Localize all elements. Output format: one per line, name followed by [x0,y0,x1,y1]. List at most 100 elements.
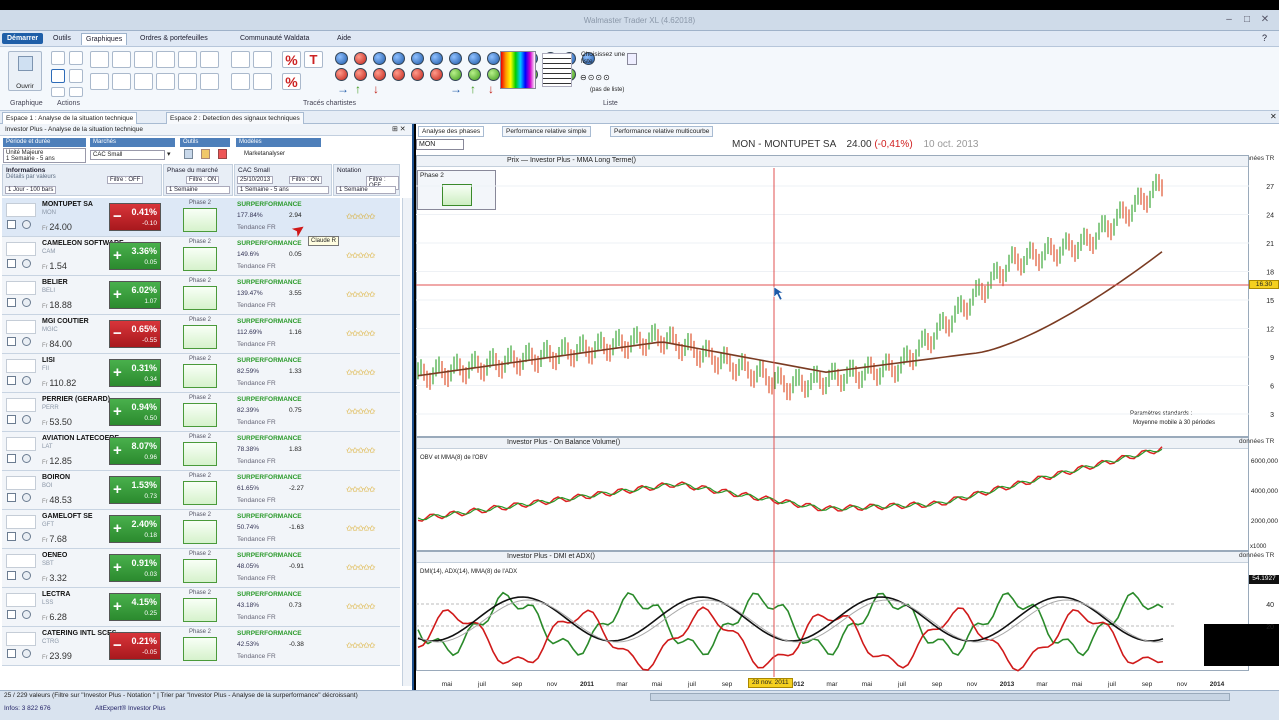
color-marker-icon[interactable] [487,68,500,81]
channel-tool[interactable] [156,51,175,68]
tab-espace-1[interactable]: Espace 1 : Analyse de la situation techn… [2,112,138,124]
hline-tool[interactable] [112,51,131,68]
minimize-icon[interactable]: – [1222,14,1236,26]
row-checkbox[interactable] [7,337,16,346]
regression-tool[interactable] [112,73,131,90]
table-row[interactable]: BOIRON BOI Fr 48.53 +1.53% 0.73 Phase 2 SURPER… [2,471,400,510]
arrow-marker-icon[interactable]: ↓ [373,83,379,95]
color-marker-icon[interactable] [411,68,424,81]
filter-off-1[interactable]: Filtre : OFF [107,176,144,184]
open-button[interactable]: Ouvrir [8,51,42,91]
filter-on-1[interactable]: Filtre : ON [186,176,220,184]
table-row[interactable]: CAMELEON SOFTWARE CAM Fr 1.54 +3.36% 0.05 Pha… [2,237,400,276]
color-marker-icon[interactable] [354,68,367,81]
color-marker-icon[interactable] [354,52,367,65]
export-icon[interactable] [218,149,227,159]
row-checkbox[interactable] [7,298,16,307]
delete-tool[interactable] [69,51,83,65]
table-row[interactable]: OENEO SBT Fr 3.32 +0.91% 0.03 Phase 2 SURPERFO… [2,549,400,588]
eye-icon[interactable] [22,610,31,619]
fan-tool[interactable] [200,51,219,68]
color-marker-icon[interactable] [411,52,424,65]
menu-graphiques[interactable]: Graphiques [81,33,128,45]
color-marker-icon[interactable] [392,68,405,81]
arrow-marker-icon[interactable]: ↓ [488,83,494,95]
menu-outils[interactable]: Outils [53,35,71,42]
row-checkbox[interactable] [7,493,16,502]
date-field[interactable]: 25/10/2013 [237,176,274,184]
ellipse-tool[interactable] [200,73,219,90]
eye-icon[interactable] [22,415,31,424]
andrews-tool[interactable] [253,73,272,90]
table-row[interactable]: LISI FII Fr 110.82 +0.31% 0.34 Phase 2 SURPERF… [2,354,400,393]
eye-icon[interactable] [22,376,31,385]
color-marker-icon[interactable] [449,52,462,65]
eye-icon[interactable] [22,571,31,580]
color-marker-icon[interactable] [430,68,443,81]
color-marker-icon[interactable] [430,52,443,65]
trend-tool[interactable] [231,73,250,90]
color-marker-icon[interactable] [373,68,386,81]
gann-tool[interactable] [253,51,272,68]
notation-period-select[interactable]: 1 Semaine [336,186,396,194]
modeles-select[interactable]: Marketanalyser [242,150,312,160]
phase-period-select[interactable]: 1 Semaine [166,186,230,194]
arrow-marker-icon[interactable]: → [337,83,349,95]
table-row[interactable]: MGI COUTIER MGIC Fr 84.00 −0.65% -0.55 Phase … [2,315,400,354]
filter-on-2[interactable]: Filtre : ON [289,176,323,184]
diamond-tool[interactable] [178,51,197,68]
select-tool[interactable] [51,69,65,83]
table-row[interactable]: GAMELOFT SE GFT Fr 7.68 +2.40% 0.18 Phase 2 SU… [2,510,400,549]
color-marker-icon[interactable] [373,52,386,65]
line-tool[interactable] [90,51,109,68]
percent-tool[interactable]: % [282,51,301,68]
row-checkbox[interactable] [7,571,16,580]
tab-espace-2[interactable]: Espace 2 : Detection des signaux techniq… [166,112,304,124]
pointer-tool[interactable] [51,51,65,65]
close-tab-icon[interactable]: ✕ [1270,112,1277,121]
row-checkbox[interactable] [7,532,16,541]
row-checkbox[interactable] [7,415,16,424]
eye-icon[interactable] [22,337,31,346]
row-checkbox[interactable] [7,376,16,385]
color-marker-icon[interactable] [335,52,348,65]
eye-icon[interactable] [22,220,31,229]
color-marker-icon[interactable] [468,52,481,65]
row-checkbox[interactable] [7,259,16,268]
list-nav-icons[interactable]: ⊖⊙⊙⊙ [580,73,611,82]
row-checkbox[interactable] [7,220,16,229]
color-marker-icon[interactable] [487,52,500,65]
menu-ordres[interactable]: Ordres & portefeuilles [140,35,208,42]
table-row[interactable]: MONTUPET SA MON Fr 24.00 −0.41% -0.10 Phase 2… [2,198,400,237]
eye-icon[interactable] [22,454,31,463]
filter-icon[interactable] [184,149,193,159]
pin-icon[interactable]: ⊞ ✕ [392,125,406,133]
table-row[interactable]: PERRIER (GERARD) PERR Fr 53.50 +0.94% 0.50 Ph… [2,393,400,432]
arrow-marker-icon[interactable]: ↑ [355,83,361,95]
parallel-tool[interactable] [90,73,109,90]
table-row[interactable]: LECTRA LSS Fr 6.28 +4.15% 0.25 Phase 2 SURPERF… [2,588,400,627]
eye-icon[interactable] [22,493,31,502]
menu-communaute[interactable]: Communauté Waldata [240,35,309,42]
bars-select[interactable]: 1 Jour - 100 bars [5,186,57,194]
menu-aide[interactable]: Aide [337,35,351,42]
arc-tool[interactable] [156,73,175,90]
help-icon[interactable]: ? [1262,33,1267,43]
percent2-tool[interactable]: % [282,73,301,90]
menu-demarrer[interactable]: Démarrer [2,33,44,44]
eye-icon[interactable] [22,649,31,658]
text-tool[interactable]: T [304,51,323,68]
perf-period-select[interactable]: 1 Semaine - 5 ans [237,186,329,194]
close-icon[interactable]: ✕ [1258,14,1272,26]
color-palette[interactable] [500,51,536,89]
vertical-scrollbar[interactable] [402,198,412,686]
draw-tool[interactable] [51,87,65,97]
list-icon[interactable] [627,53,637,65]
line-style-picker[interactable] [542,53,572,87]
folder-icon[interactable] [201,149,210,159]
vlines-tool[interactable] [134,73,153,90]
row-checkbox[interactable] [7,610,16,619]
eye-icon[interactable] [22,259,31,268]
maximize-icon[interactable]: □ [1240,14,1254,26]
color-marker-icon[interactable] [392,52,405,65]
